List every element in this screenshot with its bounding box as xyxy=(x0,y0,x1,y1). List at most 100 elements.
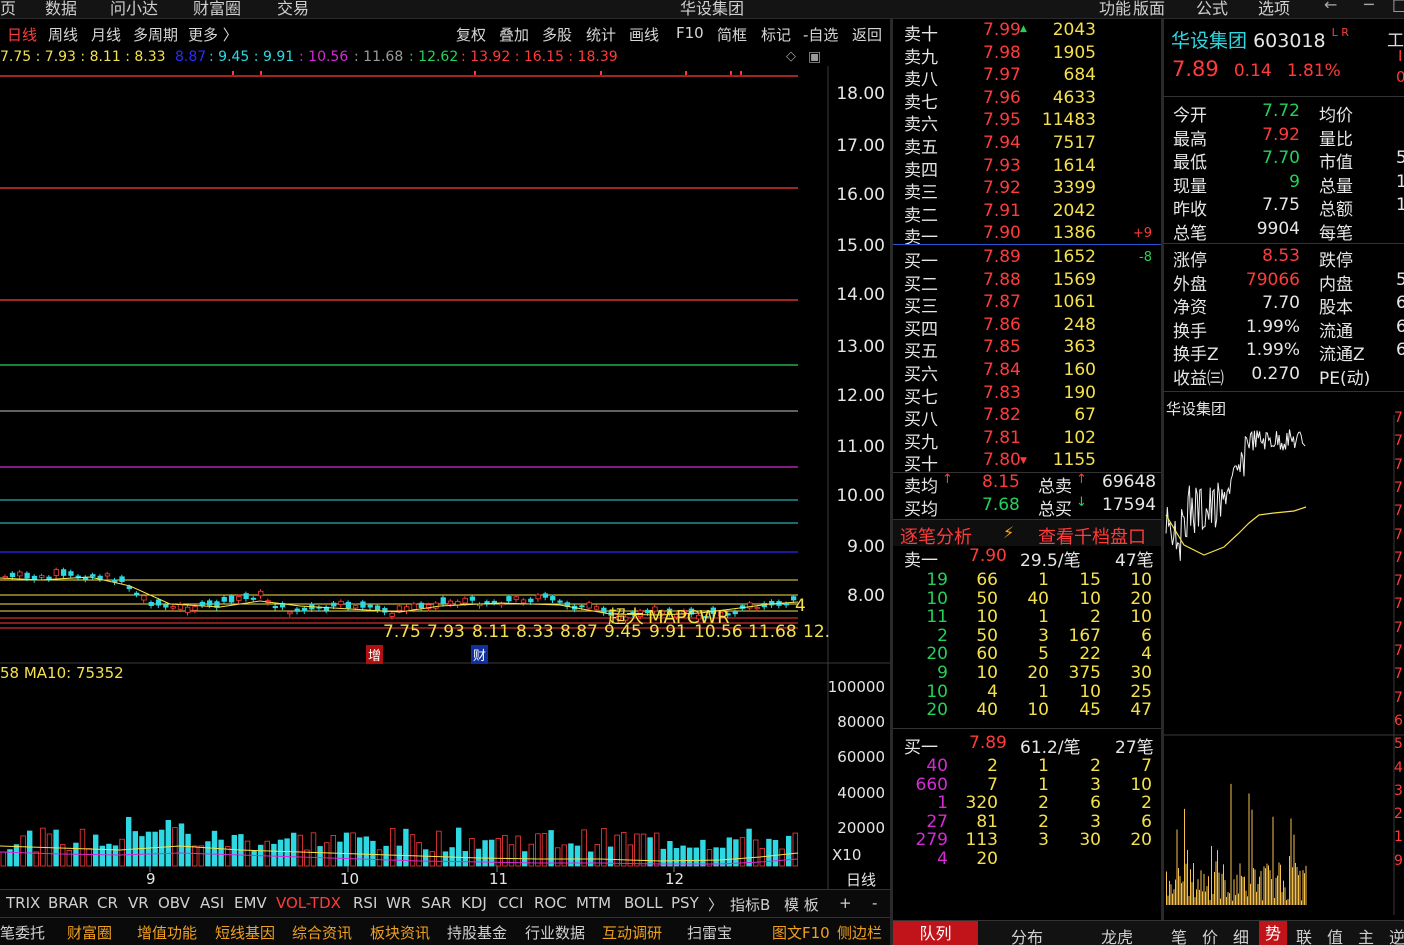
tab-roc[interactable]: ROC xyxy=(534,894,567,912)
kline-chart[interactable] xyxy=(0,66,890,889)
menu-item-data[interactable]: 数据 xyxy=(45,0,77,18)
volume-scale-button[interactable]: X10 xyxy=(832,846,861,864)
tab-more[interactable]: 更多 〉 xyxy=(188,24,238,45)
scroll-down-icon[interactable]: ▼ xyxy=(1020,456,1027,466)
tab-value-added[interactable]: 增值功能 xyxy=(137,922,197,943)
tab-caifuquan[interactable]: 财富圈 xyxy=(67,922,112,943)
tab-dragon-tiger[interactable]: 龙虎 xyxy=(1101,924,1133,945)
menu-item-function[interactable]: 功能 xyxy=(1099,0,1131,18)
panel-divider[interactable] xyxy=(890,18,893,945)
menu-item-caifuquan[interactable]: 财富圈 xyxy=(193,0,241,18)
bid-row[interactable]: 买十 7.80 1155 xyxy=(900,450,1158,475)
tab-trix[interactable]: TRIX xyxy=(6,894,40,912)
menu-item-0[interactable]: 页 xyxy=(0,0,16,18)
ask-row[interactable]: 卖五 7.94 7517 xyxy=(900,133,1158,158)
add-indicator-button[interactable]: + xyxy=(839,894,852,912)
tab-link[interactable]: 联 xyxy=(1296,924,1312,945)
window-min-icon[interactable]: ─ xyxy=(1364,0,1374,14)
bid-row[interactable]: 买二 7.88 1569 xyxy=(900,270,1158,295)
tab-sar[interactable]: SAR xyxy=(421,894,451,912)
stock-name[interactable]: 华设集团 xyxy=(1171,30,1247,52)
indicator-b-button[interactable]: 指标B xyxy=(730,894,770,915)
event-badge-zeng[interactable]: 增 xyxy=(366,645,384,664)
bid-row[interactable]: 买四 7.86 248 xyxy=(900,315,1158,340)
stats-button[interactable]: 统计 xyxy=(586,24,616,45)
ask-row[interactable]: 卖一 7.90 1386 +9 xyxy=(900,223,1158,248)
tab-detail[interactable]: 细 xyxy=(1233,924,1249,945)
mark-button[interactable]: 标记 xyxy=(761,24,791,45)
tab-queue[interactable]: 队列 xyxy=(893,921,978,945)
ask-row[interactable]: 卖四 7.93 1614 xyxy=(900,156,1158,181)
intraday-chart[interactable] xyxy=(1164,415,1404,915)
tab-cci[interactable]: CCI xyxy=(498,894,523,912)
menu-item-formula[interactable]: 公式 xyxy=(1196,0,1228,18)
bid-row[interactable]: 买八 7.82 67 xyxy=(900,405,1158,430)
tab-wr[interactable]: WR xyxy=(386,894,411,912)
bid-row[interactable]: 买三 7.87 1061 xyxy=(900,292,1158,317)
period-label[interactable]: 日线 xyxy=(846,869,876,890)
tab-multi-period[interactable]: 多周期 xyxy=(133,24,178,45)
tab-brar[interactable]: BRAR xyxy=(48,894,89,912)
tab-graphic-f10[interactable]: 图文F10 xyxy=(772,922,830,943)
simple-frame-button[interactable]: 简框 xyxy=(717,24,747,45)
window-restore-icon[interactable]: □ xyxy=(1392,0,1404,14)
ask-row[interactable]: 卖九 7.98 1905 xyxy=(900,43,1158,68)
diamond-icon[interactable]: ◇ xyxy=(786,49,796,64)
f10-button[interactable]: F10 xyxy=(676,24,704,42)
tab-cr[interactable]: CR xyxy=(97,894,118,912)
tab-interactive-research[interactable]: 互动调研 xyxy=(602,922,662,943)
tab-distribution[interactable]: 分布 xyxy=(1011,924,1043,945)
menu-item-trade[interactable]: 交易 xyxy=(277,0,309,18)
menu-item-layout[interactable]: 版面 xyxy=(1133,0,1165,18)
menu-item-options[interactable]: 选项 xyxy=(1258,0,1290,18)
tab-monthly[interactable]: 月线 xyxy=(91,24,121,45)
ask-row[interactable]: 卖十 7.99 2043 xyxy=(900,20,1158,45)
tab-kdj[interactable]: KDJ xyxy=(461,894,487,912)
menu-item-wenxiaoda[interactable]: 问小达 xyxy=(110,0,158,18)
tab-asi[interactable]: ASI xyxy=(200,894,224,912)
tab-boll[interactable]: BOLL xyxy=(624,894,663,912)
tab-reverse[interactable]: 逆 xyxy=(1389,924,1404,945)
ask-row[interactable]: 卖二 7.91 2042 xyxy=(900,201,1158,226)
tab-main[interactable]: 主 xyxy=(1358,924,1374,945)
tab-price[interactable]: 价 xyxy=(1202,924,1218,945)
tab-psy[interactable]: PSY xyxy=(671,894,699,912)
draw-line-button[interactable]: 画线 xyxy=(629,24,659,45)
bid-row[interactable]: 买七 7.83 190 xyxy=(900,383,1158,408)
template-button[interactable]: 模 板 xyxy=(784,894,819,915)
ask-row[interactable]: 卖八 7.97 684 xyxy=(900,65,1158,90)
multi-stock-button[interactable]: 多股 xyxy=(542,24,572,45)
tab-order-entrust[interactable]: 笔委托 xyxy=(0,922,45,943)
tab-ticks[interactable]: 笔 xyxy=(1171,924,1187,945)
scroll-up-icon[interactable]: ▲ xyxy=(1020,24,1027,34)
ask-row[interactable]: 卖六 7.95 11483 xyxy=(900,110,1158,135)
tab-mtm[interactable]: MTM xyxy=(576,894,611,912)
tab-obv[interactable]: OBV xyxy=(158,894,190,912)
remove-indicator-button[interactable]: - xyxy=(872,894,877,912)
tab-mine-scanner[interactable]: 扫雷宝 xyxy=(687,922,732,943)
bid-row[interactable]: 买五 7.85 363 xyxy=(900,337,1158,362)
event-badge-cai[interactable]: 财 xyxy=(471,645,489,664)
tab-sidebar[interactable]: 侧边栏 xyxy=(837,922,882,943)
bid-row[interactable]: 买六 7.84 160 xyxy=(900,360,1158,385)
tab-rsi[interactable]: RSI xyxy=(353,894,377,912)
bid-row[interactable]: 买一 7.89 1652 -8 xyxy=(900,247,1158,272)
tab-short-gene[interactable]: 短线基因 xyxy=(215,922,275,943)
tab-vr[interactable]: VR xyxy=(128,894,149,912)
tab-news[interactable]: 综合资讯 xyxy=(292,922,352,943)
tab-weekly[interactable]: 周线 xyxy=(48,24,78,45)
ask-row[interactable]: 卖三 7.92 3399 xyxy=(900,178,1158,203)
panel-toggle-icon[interactable]: ▣ xyxy=(808,49,821,65)
tab-industry-data[interactable]: 行业数据 xyxy=(525,922,585,943)
overlay-button[interactable]: 叠加 xyxy=(499,24,529,45)
tab-vol-tdx[interactable]: VOL-TDX xyxy=(276,894,341,912)
tab-value[interactable]: 值 xyxy=(1327,924,1343,945)
fuquan-button[interactable]: 复权 xyxy=(456,24,486,45)
tab-sector-news[interactable]: 板块资讯 xyxy=(370,922,430,943)
back-arrow-icon[interactable]: ← xyxy=(1324,0,1337,14)
tab-funds[interactable]: 持股基金 xyxy=(447,922,507,943)
tabs-next-icon[interactable]: 〉 xyxy=(708,894,723,915)
tab-daily[interactable]: 日线 xyxy=(7,24,37,45)
ask-row[interactable]: 卖七 7.96 4633 xyxy=(900,88,1158,113)
bid-row[interactable]: 买九 7.81 102 xyxy=(900,428,1158,453)
